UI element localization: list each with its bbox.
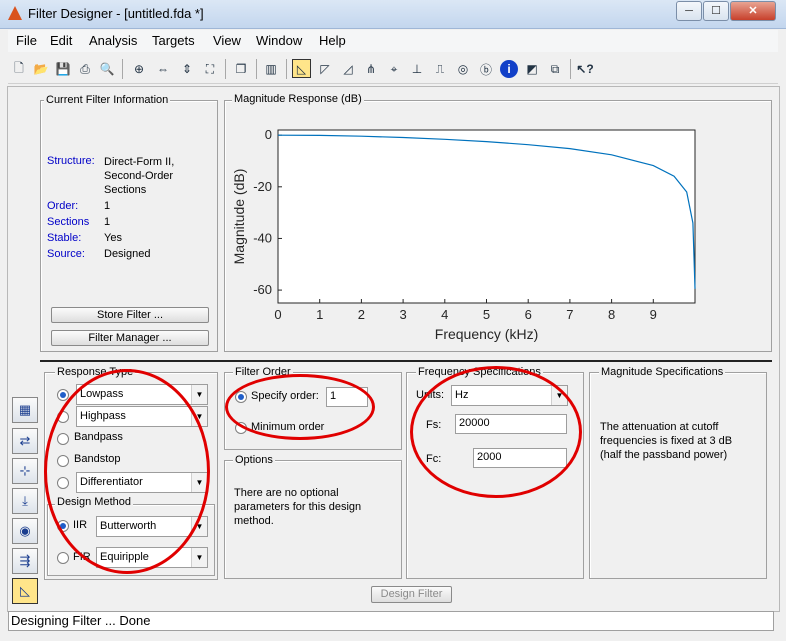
x-tick-label: 7 <box>566 307 573 322</box>
sections-value: 1 <box>104 216 111 228</box>
menu-file[interactable]: File <box>16 33 37 48</box>
x-tick-label: 6 <box>525 307 532 322</box>
order-label: Order: <box>47 200 79 212</box>
minimize-button[interactable]: ─ <box>676 1 702 21</box>
menu-help[interactable]: Help <box>319 33 346 48</box>
design-filter-button[interactable]: Design Filter <box>371 586 452 603</box>
y-tick-label: -40 <box>253 230 272 245</box>
magnitude-specs-panel <box>589 372 767 579</box>
source-label: Source: <box>47 248 85 260</box>
pole-zero-editor-icon[interactable]: ⊹ <box>12 458 38 484</box>
full-view-analysis-icon[interactable]: ▥ <box>262 60 280 78</box>
import-filter-icon[interactable]: ⤓ <box>12 488 38 514</box>
magnitude-specs-text: The attenuation at cutoff frequencies is… <box>600 421 733 461</box>
y-axis-label: Magnitude (dB) <box>231 169 247 265</box>
menu-edit[interactable]: Edit <box>50 33 72 48</box>
x-tick-label: 4 <box>441 307 448 322</box>
store-filter-button[interactable]: Store Filter ... <box>51 307 209 323</box>
x-tick-label: 2 <box>358 307 365 322</box>
options-text: There are no optional parameters for thi… <box>234 487 362 527</box>
y-tick-label: -60 <box>253 282 272 297</box>
status-text: Designing Filter ... Done <box>11 613 151 628</box>
multirate-icon[interactable]: ◉ <box>12 518 38 544</box>
step-response-icon[interactable]: ⎍ <box>431 60 449 78</box>
x-tick-label: 0 <box>274 307 281 322</box>
magnitude-specs-icon[interactable]: ◩ <box>523 60 541 78</box>
filter-coefficients-icon[interactable]: ⓑ <box>477 60 495 78</box>
stable-label: Stable: <box>47 232 82 244</box>
print-preview-icon[interactable]: 🔍 <box>98 60 116 78</box>
zoom-in-icon[interactable]: ⊕ <box>130 60 148 78</box>
status-bar: Designing Filter ... Done <box>8 611 774 631</box>
annotation-ellipse-frequency <box>410 366 582 498</box>
y-tick-label: 0 <box>265 127 272 142</box>
order-value: 1 <box>104 200 111 212</box>
menu-view[interactable]: View <box>213 33 241 48</box>
phase-delay-icon[interactable]: ⌖ <box>385 60 403 78</box>
options-title: Options <box>233 454 275 466</box>
magnitude-specs-title: Magnitude Specifications <box>599 366 726 378</box>
round-off-noise-icon[interactable]: ⧉ <box>546 60 564 78</box>
annotation-ellipse-order <box>225 374 375 440</box>
x-tick-label: 9 <box>650 307 657 322</box>
x-tick-label: 3 <box>399 307 406 322</box>
sections-label: Sections <box>47 216 90 228</box>
filter-design-icon[interactable]: ▦ <box>12 397 38 423</box>
stable-value: Yes <box>104 232 122 244</box>
y-tick-label: -20 <box>253 179 272 194</box>
annotation-ellipse-response <box>44 369 210 574</box>
matlab-logo-icon <box>8 6 22 20</box>
menu-targets[interactable]: Targets <box>152 33 195 48</box>
plot-area <box>277 129 696 304</box>
menu-bar: File Edit Analysis Targets View Window H… <box>8 30 778 52</box>
toolbar: 🗋 📂 💾 ⎙ 🔍 ⊕ ⇔ ⇕ ⛶ ❐ ▥ ◺ ◸ ◿ ⋔ ⌖ ⊥ ⎍ ◎ ⓑ … <box>8 55 778 84</box>
section-divider <box>40 360 772 362</box>
transform-filter-icon[interactable]: ⇄ <box>12 428 38 454</box>
realize-model-icon[interactable]: ⇶ <box>12 548 38 574</box>
magnitude-response-icon[interactable]: ◺ <box>292 59 311 78</box>
group-delay-icon[interactable]: ⋔ <box>362 60 380 78</box>
source-value: Designed <box>104 248 151 260</box>
window-title: Filter Designer - [untitled.fda *] <box>28 6 204 21</box>
impulse-response-icon[interactable]: ⊥ <box>408 60 426 78</box>
filter-info-icon[interactable]: i <box>500 60 518 78</box>
phase-response-icon[interactable]: ◸ <box>316 60 334 78</box>
title-bar: Filter Designer - [untitled.fda *] ─ ☐ ✕ <box>0 0 786 29</box>
structure-label: Structure: <box>47 155 95 167</box>
new-window-icon[interactable]: ❐ <box>232 60 250 78</box>
x-tick-label: 8 <box>608 307 615 322</box>
pole-zero-icon[interactable]: ◎ <box>454 60 472 78</box>
menu-analysis[interactable]: Analysis <box>89 33 137 48</box>
save-icon[interactable]: 💾 <box>54 60 72 78</box>
structure-value: Direct-Form II, Second-Order Sections <box>104 156 175 196</box>
open-icon[interactable]: 📂 <box>32 60 50 78</box>
magnitude-chart: 0 1 2 3 4 5 6 7 8 9 0 -20 -40 -60 Frequency (kHz) Magni… <box>231 127 696 342</box>
x-tick-label: 1 <box>316 307 323 322</box>
mag-phase-icon[interactable]: ◿ <box>339 60 357 78</box>
design-panel-icon[interactable]: ◺ <box>12 578 38 604</box>
x-axis-label: Frequency (kHz) <box>435 326 538 342</box>
zoom-full-icon[interactable]: ⛶ <box>201 60 219 78</box>
x-tick-label: 5 <box>483 307 490 322</box>
whats-this-icon[interactable]: ↖? <box>576 60 594 78</box>
menu-window[interactable]: Window <box>256 33 302 48</box>
filter-manager-button[interactable]: Filter Manager ... <box>51 330 209 346</box>
close-button[interactable]: ✕ <box>730 1 776 21</box>
zoom-x-icon[interactable]: ⇔ <box>154 60 172 78</box>
print-icon[interactable]: ⎙ <box>76 60 94 78</box>
new-icon[interactable]: 🗋 <box>10 60 28 78</box>
maximize-button[interactable]: ☐ <box>703 1 729 21</box>
zoom-y-icon[interactable]: ⇕ <box>178 60 196 78</box>
fir-radio[interactable] <box>57 552 69 564</box>
current-filter-title: Current Filter Information <box>44 94 171 106</box>
magnitude-response-title: Magnitude Response (dB) <box>232 93 364 105</box>
